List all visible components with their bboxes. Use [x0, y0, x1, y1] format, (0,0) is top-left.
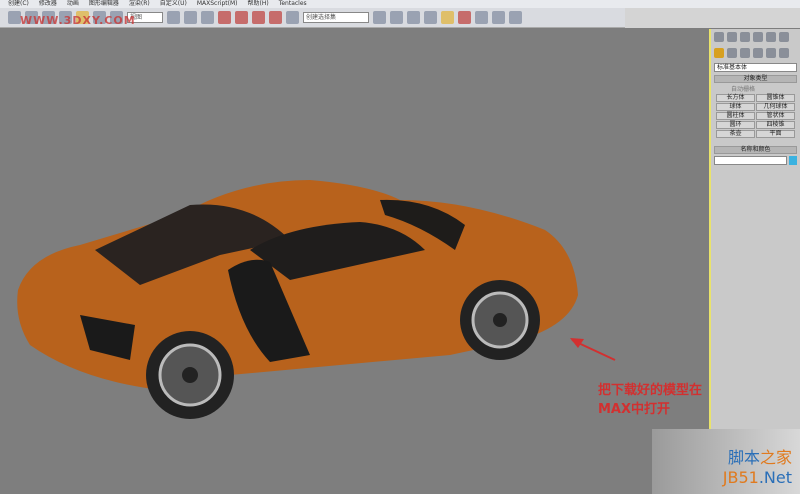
site-domain-part1: JB51 — [722, 468, 759, 487]
object-color-swatch[interactable] — [789, 156, 797, 165]
sphere-button[interactable]: 球体 — [716, 103, 755, 111]
rear-wheel — [146, 331, 234, 419]
command-panel-tabs — [711, 29, 800, 45]
cone-button[interactable]: 圆锥体 — [756, 94, 795, 102]
front-wheel — [460, 280, 540, 360]
cylinder-button[interactable]: 圆柱体 — [716, 112, 755, 120]
jb51-watermark: 脚本之家 JB51.Net — [723, 448, 792, 488]
teapot-button[interactable]: 茶壶 — [716, 130, 755, 138]
plane-button[interactable]: 平面 — [756, 130, 795, 138]
command-panel: 标准基本体 对象类型 自动栅格 长方体 圆锥体 球体 几何球体 圆柱体 管状体 … — [711, 29, 800, 429]
tube-button[interactable]: 管状体 — [756, 112, 795, 120]
create-category-icons — [711, 45, 800, 61]
site-domain-part2: .Net — [758, 468, 792, 487]
shapes-icon[interactable] — [727, 48, 737, 58]
primitive-type-dropdown[interactable]: 标准基本体 — [714, 63, 797, 72]
create-tab-icon[interactable] — [714, 32, 724, 42]
site-name-part1: 脚本 — [727, 448, 760, 467]
pyramid-button[interactable]: 四棱锥 — [756, 121, 795, 129]
utilities-tab-icon[interactable] — [779, 32, 789, 42]
geometry-icon[interactable] — [714, 48, 724, 58]
name-color-rollout[interactable]: 名称和颜色 — [714, 146, 797, 154]
watermark-area: 脚本之家 JB51.Net — [652, 429, 800, 494]
instruction-caption: 把下载好的模型在MAX中打开 — [598, 383, 703, 417]
display-tab-icon[interactable] — [766, 32, 776, 42]
space-warps-icon[interactable] — [779, 48, 789, 58]
name-color-row — [714, 156, 797, 165]
motion-tab-icon[interactable] — [753, 32, 763, 42]
lights-icon[interactable] — [740, 48, 750, 58]
arrow-icon — [570, 338, 616, 361]
geosphere-button[interactable]: 几何球体 — [756, 103, 795, 111]
hierarchy-tab-icon[interactable] — [740, 32, 750, 42]
object-type-rollout[interactable]: 对象类型 — [714, 75, 797, 83]
car-model — [17, 180, 616, 419]
helpers-icon[interactable] — [766, 48, 776, 58]
autogrid-checkbox[interactable]: 自动栅格 — [731, 84, 800, 93]
box-button[interactable]: 长方体 — [716, 94, 755, 102]
site-name-part2: 之家 — [759, 448, 792, 467]
torus-button[interactable]: 圆环 — [716, 121, 755, 129]
modify-tab-icon[interactable] — [727, 32, 737, 42]
object-type-buttons: 长方体 圆锥体 球体 几何球体 圆柱体 管状体 圆环 四棱锥 茶壶 平面 — [716, 94, 795, 138]
object-name-field[interactable] — [714, 156, 787, 165]
cameras-icon[interactable] — [753, 48, 763, 58]
